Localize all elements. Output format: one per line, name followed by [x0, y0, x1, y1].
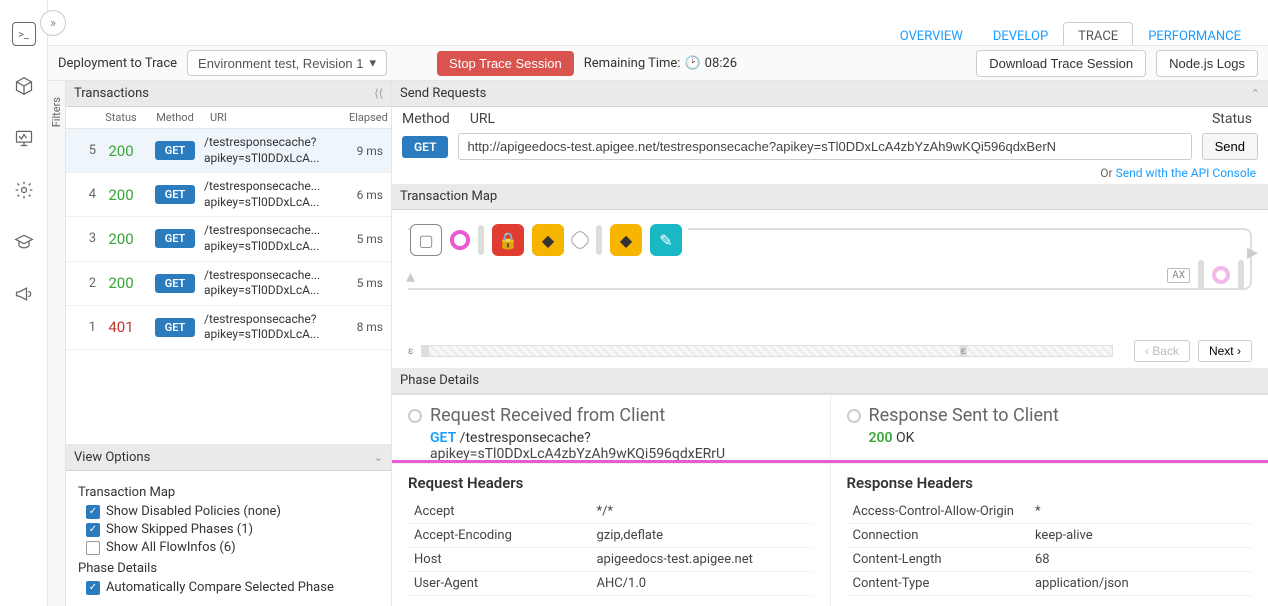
status-label: Status: [1212, 111, 1258, 127]
flow-arrow-down-icon: ▸: [1247, 240, 1258, 265]
epsilon-left: ε: [408, 346, 413, 357]
monitor-icon[interactable]: [12, 126, 36, 150]
header-row: Content-Typeapplication/json: [847, 572, 1253, 596]
header-row: Access-Control-Allow-Origin*: [847, 500, 1253, 524]
policy-condition-icon[interactable]: ◆: [610, 224, 642, 256]
header-row: User-AgentAHC/1.0: [408, 572, 814, 596]
caret-down-icon: ▾: [370, 55, 377, 71]
url-input[interactable]: [458, 133, 1191, 160]
analytics-node[interactable]: AX: [1167, 268, 1190, 283]
request-path: /testresponsecache?: [460, 430, 591, 446]
view-options-pane: View Options ⌄ Transaction Map ✓Show Dis…: [66, 444, 391, 606]
collapse-icon[interactable]: ⟨⟨: [374, 87, 383, 100]
response-headers-title: Response Headers: [847, 474, 1253, 492]
response-text: OK: [896, 430, 914, 446]
vo-disabled-policies[interactable]: ✓Show Disabled Policies (none): [86, 504, 379, 519]
timeline-scrubber: ε ε ‹ Back Next ›: [392, 340, 1268, 368]
megaphone-icon[interactable]: [12, 282, 36, 306]
header-row: Connectionkeep-alive: [847, 524, 1253, 548]
vo-skipped-phases[interactable]: ✓Show Skipped Phases (1): [86, 522, 379, 537]
header-row: Accept*/*: [408, 500, 814, 524]
transactions-columns: Status Method URI Elapsed: [66, 107, 391, 129]
phase-details-header: Phase Details: [392, 368, 1268, 394]
send-button[interactable]: Send: [1202, 133, 1258, 160]
flow-divider-icon: [596, 225, 602, 255]
transaction-map-header: Transaction Map: [392, 184, 1268, 210]
transaction-row[interactable]: 4200GET/testresponsecache...apikey=sTl0D…: [66, 173, 391, 217]
header-row: Hostapigeedocs-test.apigee.net: [408, 548, 814, 572]
request-method: GET: [430, 430, 456, 446]
console-icon[interactable]: >_: [12, 22, 36, 46]
filters-tab[interactable]: Filters: [48, 81, 66, 606]
client-device-icon[interactable]: ▢: [410, 224, 442, 256]
vo-all-flowinfos[interactable]: Show All FlowInfos (6): [86, 540, 379, 555]
environment-select[interactable]: Environment test, Revision 1▾: [187, 50, 387, 76]
scrub-track[interactable]: [421, 345, 1112, 357]
phase-dot-icon: [408, 409, 422, 423]
gear-icon[interactable]: [12, 178, 36, 202]
view-options-header: View Options ⌄: [66, 445, 391, 471]
policy-assign-icon[interactable]: ✎: [650, 224, 682, 256]
header-row: Accept-Encodinggzip,deflate: [408, 524, 814, 548]
vo-auto-compare[interactable]: ✓Automatically Compare Selected Phase: [86, 580, 379, 595]
vo-group-phase: Phase Details: [78, 561, 379, 576]
method-label: Method: [402, 111, 450, 127]
flow-arrow-up-icon: ▴: [406, 266, 415, 287]
flow-start-node[interactable]: [450, 230, 470, 250]
scrub-next-button[interactable]: Next ›: [1198, 340, 1252, 362]
method-pill[interactable]: GET: [402, 136, 448, 158]
collapse-icon[interactable]: ⌃: [1251, 87, 1260, 100]
flow-divider-icon: [1238, 260, 1244, 290]
transactions-pane: Transactions ⟨⟨ Status Method URI Elapse…: [66, 81, 392, 606]
response-sent-title: Response Sent to Client: [847, 405, 1253, 426]
transaction-row[interactable]: 3200GET/testresponsecache...apikey=sTl0D…: [66, 217, 391, 261]
remaining-time: Remaining Time: 🕑 08:26: [584, 56, 737, 71]
api-console-link[interactable]: Send with the API Console: [1116, 166, 1256, 180]
policy-condition-icon[interactable]: ◆: [532, 224, 564, 256]
epsilon-right: ε: [961, 346, 966, 357]
transactions-list: 5200GET/testresponsecache?apikey=sTl0DDx…: [66, 129, 391, 350]
phase-dot-icon: [847, 409, 861, 423]
stop-trace-button[interactable]: Stop Trace Session: [437, 51, 574, 76]
transaction-row[interactable]: 2200GET/testresponsecache...apikey=sTl0D…: [66, 262, 391, 306]
transaction-map: ▸ ▴ ▢ 🔒 ◆ ◆ ✎ AX: [392, 210, 1268, 340]
request-headers-title: Request Headers: [408, 474, 814, 492]
headers-section: Request Headers Accept*/*Accept-Encoding…: [392, 463, 1268, 606]
expand-icon[interactable]: ⌄: [374, 451, 383, 464]
url-label: URL: [470, 111, 495, 127]
request-headers-table: Accept*/*Accept-Encodinggzip,deflateHost…: [408, 500, 814, 596]
left-nav-rail: >_: [0, 0, 48, 606]
flow-divider-icon: [1198, 260, 1204, 290]
download-trace-button[interactable]: Download Trace Session: [976, 50, 1146, 77]
clock-icon: 🕑: [684, 56, 700, 71]
transaction-row[interactable]: 1401GET/testresponsecache?apikey=sTl0DDx…: [66, 306, 391, 350]
transactions-header: Transactions ⟨⟨: [66, 81, 391, 107]
flow-end-node[interactable]: [1212, 266, 1230, 284]
policy-branch-icon[interactable]: [569, 229, 592, 252]
trace-toolbar: Deployment to Trace Environment test, Re…: [48, 45, 1268, 81]
academy-icon[interactable]: [12, 230, 36, 254]
response-headers-table: Access-Control-Allow-Origin*Connectionke…: [847, 500, 1253, 596]
phase-details: Request Received from Client GET /testre…: [392, 394, 1268, 460]
scrub-back-button[interactable]: ‹ Back: [1134, 340, 1190, 362]
flow-divider-icon: [478, 225, 484, 255]
policy-lock-icon[interactable]: 🔒: [492, 224, 524, 256]
send-requests-header: Send Requests ⌃: [392, 81, 1268, 107]
expand-rail-button[interactable]: »: [40, 10, 66, 36]
vo-group-map: Transaction Map: [78, 485, 379, 500]
transaction-row[interactable]: 5200GET/testresponsecache?apikey=sTl0DDx…: [66, 129, 391, 173]
package-icon[interactable]: [12, 74, 36, 98]
request-path2: apikey=sTl0DDxLcA4zbYzAh9wKQi596qdxERrU: [430, 446, 814, 460]
right-pane: Send Requests ⌃ Method URL Status GET Se…: [392, 81, 1268, 606]
nodejs-logs-button[interactable]: Node.js Logs: [1156, 50, 1258, 77]
api-console-link-row: Or Send with the API Console: [392, 166, 1268, 184]
header-row: Content-Length68: [847, 548, 1253, 572]
request-received-title: Request Received from Client: [408, 405, 814, 426]
response-code: 200: [869, 430, 893, 446]
deploy-label: Deployment to Trace: [58, 56, 177, 71]
